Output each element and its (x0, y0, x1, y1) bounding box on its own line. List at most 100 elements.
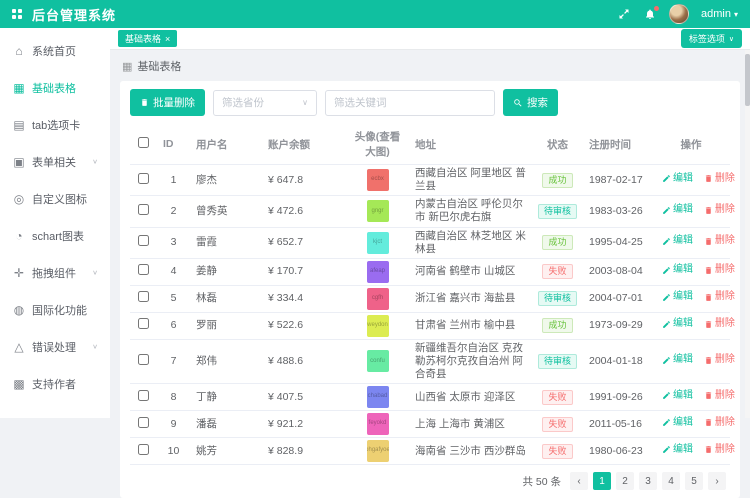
sidebar-item-form[interactable]: ▣ 表单相关 ∨ (0, 143, 110, 180)
delete-button[interactable]: 删除 (704, 354, 735, 367)
tab-close-icon[interactable]: × (165, 34, 170, 44)
breadcrumb-label: 基础表格 (137, 58, 181, 74)
edit-button[interactable]: 编辑 (662, 204, 693, 217)
pagination-prev-button[interactable]: ‹ (570, 472, 588, 490)
sidebar-item-tabs[interactable]: ▤ tab选项卡 (0, 106, 110, 143)
edit-button[interactable]: 编辑 (662, 291, 693, 304)
row-checkbox[interactable] (138, 390, 149, 401)
pagination-page-5[interactable]: 5 (685, 472, 703, 490)
error-icon: △ (12, 340, 26, 354)
row-checkbox[interactable] (138, 417, 149, 428)
row-checkbox[interactable] (138, 264, 149, 275)
avatar[interactable]: ecbx (367, 169, 389, 191)
cell-address: 河南省 鹤壁市 山城区 (409, 258, 532, 285)
sidebar-item-home[interactable]: ⌂ 系统首页 (0, 32, 110, 69)
province-filter-select[interactable]: 筛选省份 ∨ (213, 90, 317, 116)
user-avatar[interactable] (669, 4, 689, 24)
edit-button[interactable]: 编辑 (662, 235, 693, 248)
edit-button[interactable]: 编辑 (662, 264, 693, 277)
delete-button[interactable]: 删除 (704, 417, 735, 430)
avatar[interactable]: cgfh (367, 288, 389, 310)
avatar[interactable]: gngr (367, 200, 389, 222)
cell-id: 4 (157, 258, 190, 285)
row-checkbox[interactable] (138, 318, 149, 329)
avatar[interactable]: ohgafyoe (367, 440, 389, 462)
table-header-row: ID用户名账户余额头像(查看大图)地址状态注册时间操作 (130, 124, 730, 165)
sidebar-item-chart[interactable]: ◔ schart图表 (0, 217, 110, 254)
row-checkbox[interactable] (138, 291, 149, 302)
avatar[interactable]: weydon (367, 315, 389, 337)
row-checkbox[interactable] (138, 444, 149, 455)
edit-button[interactable]: 编辑 (662, 354, 693, 367)
select-all-checkbox[interactable] (138, 137, 149, 148)
pencil-icon (662, 293, 671, 302)
trash-icon (704, 206, 713, 215)
delete-button[interactable]: 删除 (704, 291, 735, 304)
delete-button[interactable]: 删除 (704, 318, 735, 331)
tag-options-button[interactable]: 标签选项 ∨ (681, 29, 742, 48)
fullscreen-icon[interactable] (617, 7, 631, 21)
column-header: 地址 (409, 124, 532, 165)
cell-balance: ¥ 647.8 (262, 165, 346, 196)
toolbar: 批量删除 筛选省份 ∨ 搜索 (130, 89, 730, 116)
sidebar-item-label: 系统首页 (32, 43, 76, 59)
sidebar-item-label: 表单相关 (32, 154, 76, 170)
pagination-next-button[interactable]: › (708, 472, 726, 490)
edit-button[interactable]: 编辑 (662, 173, 693, 186)
user-menu[interactable]: admin ▾ (701, 8, 738, 20)
delete-button[interactable]: 删除 (704, 390, 735, 403)
sidebar-item-error[interactable]: △ 错误处理 ∨ (0, 328, 110, 365)
cell-username: 姜静 (190, 258, 262, 285)
sidebar-item-drag[interactable]: ✛ 拖拽组件 ∨ (0, 254, 110, 291)
avatar-text: ohgafyoe (367, 447, 389, 455)
delete-button[interactable]: 删除 (704, 235, 735, 248)
row-checkbox[interactable] (138, 354, 149, 365)
sidebar-item-table[interactable]: ▦ 基础表格 (0, 69, 110, 106)
delete-button[interactable]: 删除 (704, 173, 735, 186)
bell-icon[interactable] (643, 7, 657, 21)
keyword-search-input[interactable] (325, 90, 495, 116)
cell-username: 廖杰 (190, 165, 262, 196)
avatar[interactable]: kjct (367, 232, 389, 254)
pagination-page-2[interactable]: 2 (616, 472, 634, 490)
row-checkbox[interactable] (138, 235, 149, 246)
chevron-down-icon: ∨ (92, 269, 98, 276)
row-checkbox[interactable] (138, 173, 149, 184)
column-header: 注册时间 (583, 124, 652, 165)
scrollbar-thumb[interactable] (745, 54, 750, 106)
sidebar-item-label: 拖拽组件 (32, 265, 76, 281)
table-body: 1 廖杰 ¥ 647.8 ecbx 西藏自治区 阿里地区 普兰县 成功 1987… (130, 165, 730, 465)
pagination-page-3[interactable]: 3 (639, 472, 657, 490)
pagination-page-4[interactable]: 4 (662, 472, 680, 490)
column-header: 账户余额 (262, 124, 346, 165)
delete-button[interactable]: 删除 (704, 204, 735, 217)
content-area: ▦ 基础表格 批量删除 筛选省份 ∨ 搜索 (110, 50, 750, 498)
avatar[interactable]: feyokd (367, 413, 389, 435)
edit-button[interactable]: 编辑 (662, 390, 693, 403)
row-checkbox[interactable] (138, 204, 149, 215)
pagination-page-1[interactable]: 1 (593, 472, 611, 490)
sidebar-item-custom[interactable]: ◎ 自定义图标 (0, 180, 110, 217)
search-button[interactable]: 搜索 (503, 89, 558, 116)
status-badge: 待审核 (538, 354, 577, 369)
cell-id: 3 (157, 227, 190, 258)
avatar[interactable]: afeap (367, 261, 389, 283)
sidebar-item-donate[interactable]: ▩ 支持作者 (0, 365, 110, 402)
avatar-text: ecbx (371, 176, 384, 184)
edit-button[interactable]: 编辑 (662, 318, 693, 331)
delete-button[interactable]: 删除 (704, 264, 735, 277)
edit-button[interactable]: 编辑 (662, 417, 693, 430)
delete-button[interactable]: 删除 (704, 444, 735, 457)
avatar[interactable]: chabad (367, 386, 389, 408)
breadcrumb: ▦ 基础表格 (122, 58, 740, 74)
app-logo-grid-icon[interactable] (12, 9, 22, 19)
avatar[interactable]: confu (367, 350, 389, 372)
sidebar-item-label: schart图表 (32, 228, 84, 244)
cell-registered: 1980-06-23 (583, 438, 652, 465)
cell-balance: ¥ 828.9 (262, 438, 346, 465)
batch-delete-button[interactable]: 批量删除 (130, 89, 205, 116)
sidebar-item-i18n[interactable]: ◍ 国际化功能 (0, 291, 110, 328)
edit-button[interactable]: 编辑 (662, 444, 693, 457)
tab-basic-table[interactable]: 基础表格 × (118, 30, 177, 47)
scrollbar[interactable] (745, 50, 750, 418)
